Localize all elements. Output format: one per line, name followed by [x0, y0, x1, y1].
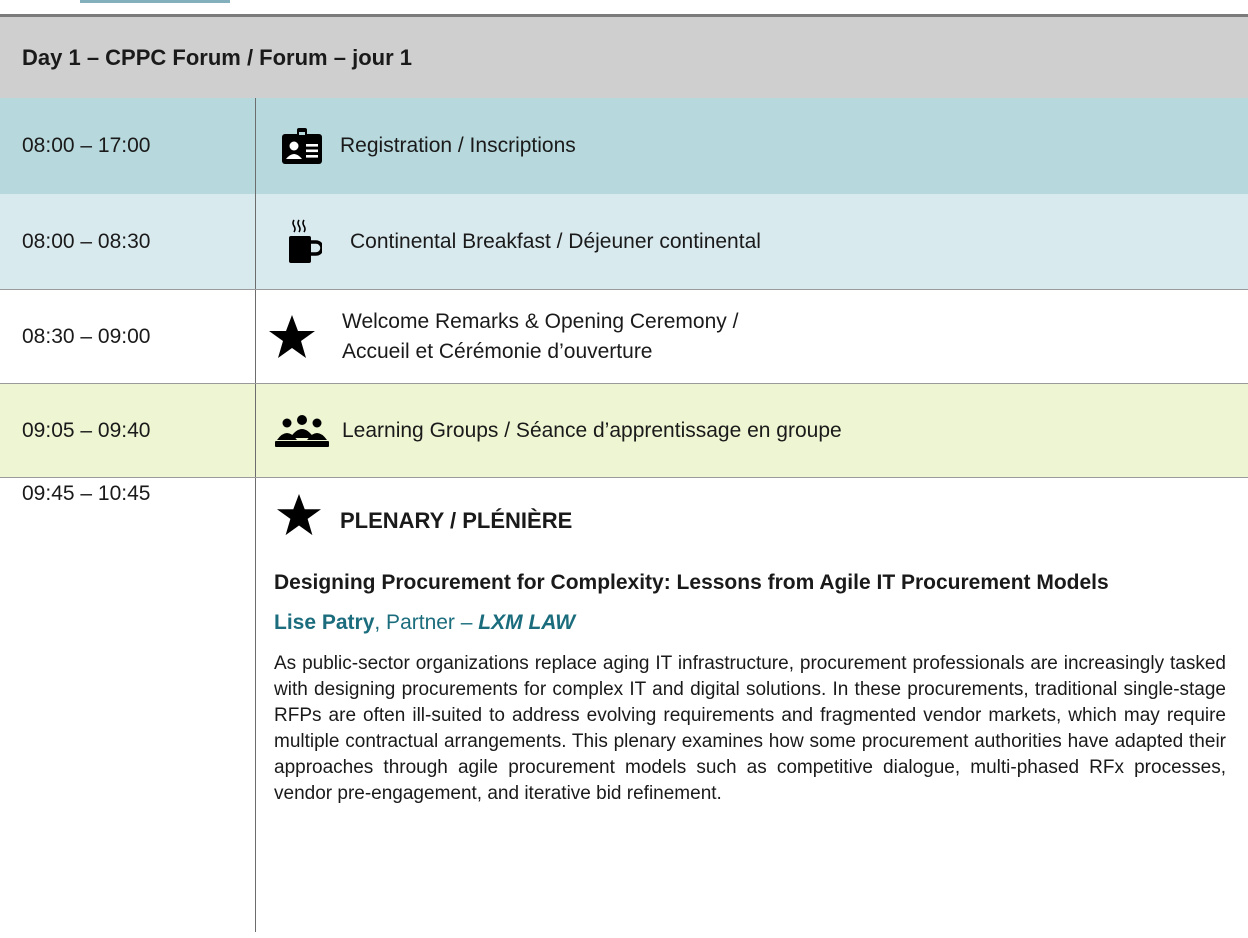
time-cell: 08:00 – 17:00	[0, 98, 256, 194]
plenary-content: PLENARY / PLÉNIÈRE Designing Procurement…	[256, 478, 1248, 932]
content-cell: Continental Breakfast / Déjeuner contine…	[256, 194, 1248, 289]
talk-abstract: As public-sector organizations replace a…	[274, 653, 1226, 804]
talk-title: Designing Procurement for Complexity: Le…	[274, 571, 1109, 594]
content-cell: Registration / Inscriptions	[256, 98, 1248, 194]
agenda-row-plenary: 09:45 – 10:45 PLENARY / PLÉNIÈRE Designi…	[0, 477, 1248, 932]
star-icon	[274, 493, 324, 537]
session-label-line-1: Welcome Remarks & Opening Ceremony /	[342, 309, 739, 333]
coffee-cup-icon	[280, 218, 328, 266]
time-cell: 08:30 – 09:00	[0, 290, 256, 383]
content-cell: Learning Groups / Séance d’apprentissage…	[256, 384, 1248, 477]
session-label: Welcome Remarks & Opening Ceremony / Acc…	[342, 307, 738, 367]
agenda-row-welcome: 08:30 – 09:00 Welcome Remarks & Opening …	[0, 289, 1248, 383]
agenda-row-registration: 08:00 – 17:00 Registration / Inscription…	[0, 98, 1248, 194]
time-cell: 08:00 – 08:30	[0, 194, 256, 289]
session-label-line-2: Accueil et Cérémonie d’ouverture	[342, 339, 653, 363]
time-cell: 09:45 – 10:45	[0, 478, 256, 932]
speaker-role: , Partner –	[374, 611, 479, 634]
id-badge-icon	[278, 126, 326, 166]
day-title: Day 1 – CPPC Forum / Forum – jour 1	[22, 44, 412, 70]
group-icon	[274, 414, 330, 448]
plenary-heading: PLENARY / PLÉNIÈRE	[340, 508, 573, 533]
session-label: Continental Breakfast / Déjeuner contine…	[350, 229, 761, 253]
day-header: Day 1 – CPPC Forum / Forum – jour 1	[0, 14, 1248, 98]
agenda-table: Day 1 – CPPC Forum / Forum – jour 1 08:0…	[0, 14, 1248, 932]
agenda-row-learning-groups: 09:05 – 09:40 Learning Groups / Séance d…	[0, 383, 1248, 477]
time-cell: 09:05 – 09:40	[0, 384, 256, 477]
speaker-firm: LXM LAW	[478, 611, 576, 634]
page-top-area	[0, 0, 1248, 12]
cropped-text-fragment	[80, 0, 230, 3]
session-label: Registration / Inscriptions	[340, 134, 576, 157]
star-icon	[266, 314, 318, 360]
session-label: Learning Groups / Séance d’apprentissage…	[342, 418, 842, 442]
speaker-line: Lise Patry, Partner – LXM LAW	[274, 611, 1226, 635]
plenary-heading-row: PLENARY / PLÉNIÈRE	[274, 484, 1226, 546]
agenda-row-breakfast: 08:00 – 08:30 Continental Breakfast / Dé…	[0, 194, 1248, 289]
speaker-name: Lise Patry	[274, 611, 375, 634]
content-cell: Welcome Remarks & Opening Ceremony / Acc…	[256, 290, 1248, 383]
